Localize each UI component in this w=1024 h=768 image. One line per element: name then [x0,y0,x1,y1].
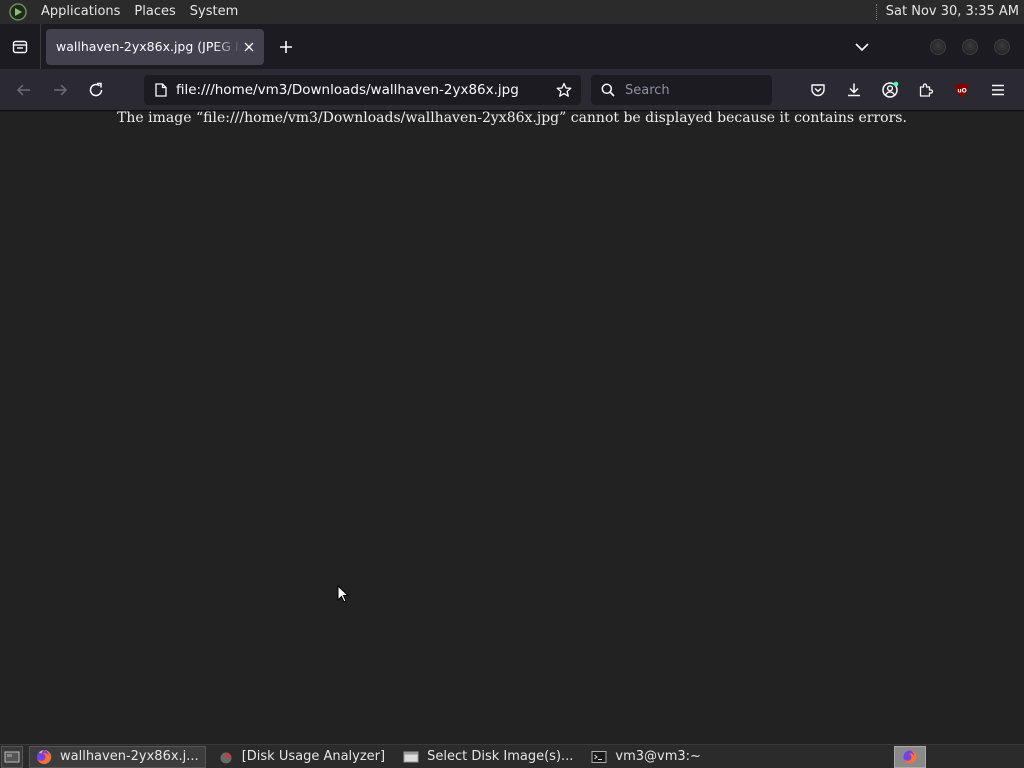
firefox-view-button[interactable] [0,24,40,69]
firefox-view-icon [12,40,28,53]
window-icon [403,749,419,765]
bookmark-star-icon[interactable] [549,82,579,98]
firefox-icon [903,749,917,763]
tab-close-button[interactable] [240,38,258,56]
taskbar-item-disk-usage-analyzer[interactable]: [Disk Usage Analyzer] [212,746,391,768]
hamburger-menu-icon [992,84,1004,96]
distro-logo-icon[interactable] [8,2,28,22]
workspace-switcher[interactable] [894,745,926,768]
minimize-button[interactable] [930,38,946,55]
disk-usage-icon [218,749,234,765]
maximize-button[interactable] [962,38,978,55]
system-menu[interactable]: System [183,0,245,24]
places-menu[interactable]: Places [127,0,182,24]
downloads-button[interactable] [838,74,870,106]
top-panel: Applications Places System Sat Nov 30, 3… [0,0,1024,24]
taskbar-item-terminal[interactable]: vm3@vm3:~ [585,746,707,768]
pocket-button[interactable] [802,74,834,106]
plus-icon [280,40,292,53]
taskbar-item-firefox[interactable]: wallhaven-2yx86x.j... [29,745,206,768]
terminal-icon [591,749,607,765]
account-icon [882,81,899,98]
show-desktop-button[interactable] [1,745,23,768]
browser-tab[interactable]: wallhaven-2yx86x.jpg (JPEG Image, 0 × 0 … [46,28,264,65]
chevron-down-icon [855,42,869,51]
search-input[interactable] [623,81,763,99]
panel-separator [875,4,878,20]
taskbar-item-label: [Disk Usage Analyzer] [241,749,386,764]
new-tab-button[interactable] [270,31,302,63]
desktop-icon [4,751,20,762]
url-text[interactable]: file:///home/vm3/Downloads/wallhaven-2yx… [176,82,549,98]
pocket-icon [811,84,825,97]
page-info-icon[interactable] [146,83,176,97]
close-icon [244,42,254,51]
arrow-right-icon [54,83,68,96]
tab-title: wallhaven-2yx86x.jpg (JPEG Image, 0 × 0 … [56,39,241,54]
close-window-button[interactable] [994,38,1010,55]
firefox-icon [36,749,52,765]
list-all-tabs-button[interactable] [846,31,878,63]
taskbar-item-label: wallhaven-2yx86x.j... [60,749,199,764]
navigation-toolbar: file:///home/vm3/Downloads/wallhaven-2yx… [0,69,1024,111]
applications-menu[interactable]: Applications [34,0,127,24]
toolbar-right-group: uO [802,74,1018,106]
account-button[interactable] [874,74,906,106]
svg-text:uO: uO [957,88,966,95]
search-icon [593,83,623,97]
tab-strip: wallhaven-2yx86x.jpg (JPEG Image, 0 × 0 … [0,24,1024,69]
app-menu-button[interactable] [982,74,1014,106]
taskbar-item-label: vm3@vm3:~ [615,749,701,764]
reload-icon [89,82,103,96]
extensions-button[interactable] [910,74,942,106]
forward-button[interactable] [44,74,76,106]
arrow-left-icon [16,83,30,96]
back-button[interactable] [8,74,40,106]
taskbar-item-select-disk-images[interactable]: Select Disk Image(s)... [397,746,579,768]
download-icon [848,83,860,97]
mouse-pointer-icon [337,584,350,607]
ublock-shield-icon: uO [955,83,969,97]
url-bar[interactable]: file:///home/vm3/Downloads/wallhaven-2yx… [144,75,581,105]
taskbar-item-label: Select Disk Image(s)... [427,749,574,764]
tab-separator [40,24,41,69]
reload-button[interactable] [80,74,112,106]
search-box[interactable] [591,75,772,105]
clock[interactable]: Sat Nov 30, 3:35 AM [886,0,1019,24]
bottom-taskbar: wallhaven-2yx86x.j... [Disk Usage Analyz… [0,744,1024,768]
puzzle-icon [919,83,934,97]
page-content: The image “file:///home/vm3/Downloads/wa… [0,110,1024,744]
image-error-message: The image “file:///home/vm3/Downloads/wa… [117,110,907,126]
ublock-origin-button[interactable]: uO [946,74,978,106]
